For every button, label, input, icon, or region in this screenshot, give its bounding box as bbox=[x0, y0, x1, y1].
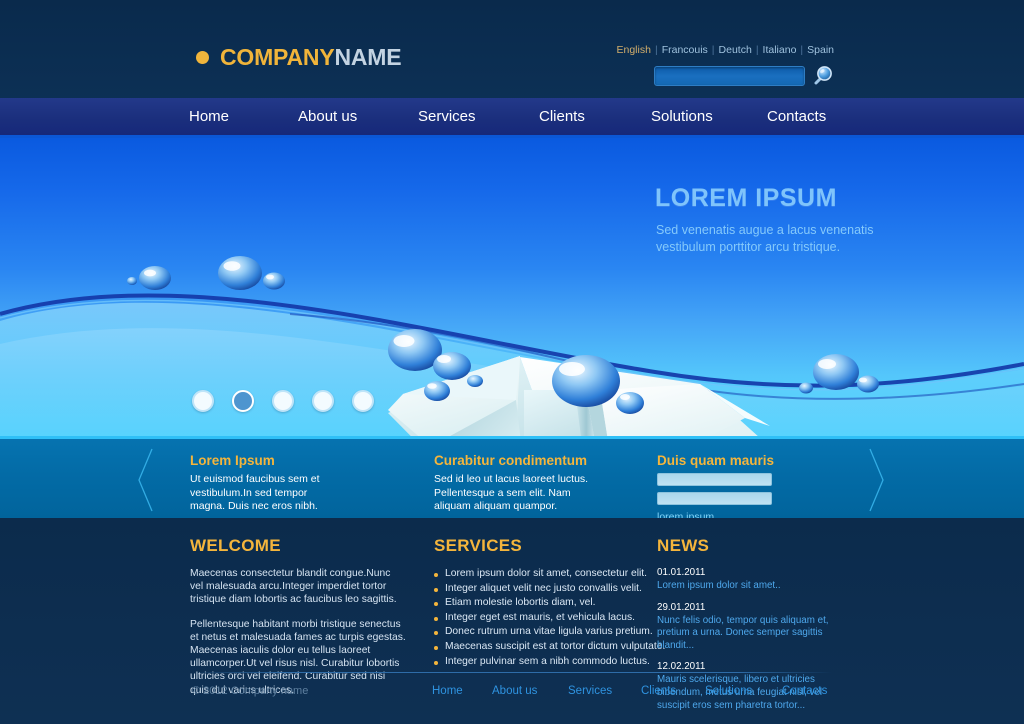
news-item: 29.01.2011 Nunc felis odio, tempor quis … bbox=[657, 602, 857, 653]
news-title: NEWS bbox=[657, 536, 710, 555]
feature-1-body: Ut euismod faucibus sem et vestibulum.In… bbox=[190, 473, 320, 512]
slider-dot-1[interactable] bbox=[192, 390, 214, 412]
footer-link-clients[interactable]: Clients bbox=[641, 685, 676, 697]
hero-title: LOREM IPSUM bbox=[655, 184, 837, 212]
logo-text: COMPANYNAME bbox=[220, 44, 402, 71]
language-selector: English | Francouis | Deutch | Italiano | Spain bbox=[617, 44, 835, 56]
copyright-text: © 2012 Company name bbox=[192, 685, 309, 697]
footer-link-about-us[interactable]: About us bbox=[492, 685, 537, 697]
hero-banner: LOREM IPSUM Sed venenatis augue a lacus … bbox=[0, 138, 1024, 436]
language-spain[interactable]: Spain bbox=[807, 44, 834, 56]
footer-link-home[interactable]: Home bbox=[432, 685, 463, 697]
feature-1-title: Lorem Ipsum bbox=[190, 453, 275, 468]
main-navigation: Home About us Services Clients Solutions… bbox=[0, 98, 1024, 138]
lang-separator: | bbox=[755, 44, 759, 56]
news-date: 01.01.2011 bbox=[657, 567, 706, 578]
logo-name-part: NAME bbox=[334, 44, 402, 70]
language-italiano[interactable]: Italiano bbox=[763, 44, 797, 56]
login-username-field[interactable] bbox=[657, 473, 772, 486]
lang-separator: | bbox=[711, 44, 715, 56]
footer-link-services[interactable]: Services bbox=[568, 685, 612, 697]
service-item[interactable]: Integer aliquet velit nec justo convalli… bbox=[434, 582, 665, 597]
nav-item-about-us[interactable]: About us bbox=[298, 108, 357, 125]
nav-item-solutions[interactable]: Solutions bbox=[651, 108, 713, 125]
site-header: COMPANYNAME English | Francouis | Deutch | Ita… bbox=[0, 0, 1024, 98]
welcome-title: WELCOME bbox=[190, 536, 281, 555]
service-item[interactable]: Integer pulvinar sem a nibh commodo luct… bbox=[434, 655, 665, 670]
logo-company-part: COMPANY bbox=[220, 44, 335, 70]
hero-subtitle: Sed venenatis augue a lacus venenatis ve… bbox=[656, 223, 874, 254]
language-deutch[interactable]: Deutch bbox=[719, 44, 752, 56]
footer-link-solutions[interactable]: Solutions bbox=[705, 685, 752, 697]
footer-divider bbox=[192, 672, 832, 673]
service-item[interactable]: Integer eget est mauris, et vehicula lac… bbox=[434, 611, 665, 626]
language-english[interactable]: English bbox=[617, 44, 651, 56]
site-logo[interactable]: COMPANYNAME bbox=[196, 44, 402, 71]
lang-separator: | bbox=[800, 44, 804, 56]
login-password-field[interactable] bbox=[657, 492, 772, 505]
welcome-paragraph-1: Maecenas consectetur blandit congue.Nunc… bbox=[190, 568, 397, 606]
nav-item-services[interactable]: Services bbox=[418, 108, 476, 125]
bullet-dot-icon bbox=[196, 51, 209, 64]
feature-3-title: Duis quam mauris bbox=[657, 453, 775, 468]
service-item[interactable]: Etiam molestie lobortis diam, vel. bbox=[434, 596, 665, 611]
nav-item-contacts[interactable]: Contacts bbox=[767, 108, 826, 125]
news-date: 29.01.2011 bbox=[657, 601, 706, 613]
search-box[interactable] bbox=[654, 66, 805, 86]
services-title: SERVICES bbox=[434, 536, 523, 555]
feature-card-3: Duis quam mauris lorem ipsum bbox=[657, 453, 774, 523]
nav-item-home[interactable]: Home bbox=[189, 108, 229, 125]
search-icon[interactable] bbox=[810, 64, 834, 88]
chevron-left-icon bbox=[138, 448, 153, 512]
nav-item-clients[interactable]: Clients bbox=[539, 108, 585, 125]
search-input[interactable] bbox=[655, 68, 804, 86]
slider-dot-5[interactable] bbox=[352, 390, 374, 412]
feature-2-title: Curabitur condimentum bbox=[434, 453, 588, 468]
news-date: 12.02.2011 bbox=[657, 661, 706, 673]
slider-dot-4[interactable] bbox=[312, 390, 334, 412]
feature-2-body: Sed id leo ut lacus laoreet luctus. Pell… bbox=[434, 473, 589, 512]
news-item: 01.01.2011 Lorem ipsum dolor sit amet.. bbox=[657, 567, 857, 593]
service-item[interactable]: Donec rutrum urna vitae ligula varius pr… bbox=[434, 625, 665, 640]
news-text[interactable]: Lorem ipsum dolor sit amet.. bbox=[657, 580, 857, 593]
language-francouis[interactable]: Francouis bbox=[662, 44, 708, 56]
services-list: Lorem ipsum dolor sit amet, consectetur … bbox=[434, 567, 665, 669]
chevron-right-icon bbox=[869, 448, 884, 512]
slider-dot-2[interactable] bbox=[232, 390, 254, 412]
site-footer: © 2012 Company name Home About us Servic… bbox=[0, 672, 1024, 724]
services-column: SERVICES Lorem ipsum dolor sit amet, con… bbox=[434, 536, 665, 669]
service-item[interactable]: Maecenas suscipit est at tortor dictum v… bbox=[434, 640, 665, 655]
lang-separator: | bbox=[654, 44, 658, 56]
slider-dots bbox=[192, 390, 374, 412]
hero-illustration bbox=[0, 256, 1024, 436]
slider-dot-3[interactable] bbox=[272, 390, 294, 412]
webpage-mockup: COMPANYNAME English | Francouis | Deutch | Ita… bbox=[0, 0, 1024, 724]
feature-strip: Lorem Ipsum Ut euismod faucibus sem et v… bbox=[0, 436, 1024, 533]
footer-link-contacts[interactable]: Contacts bbox=[782, 685, 827, 697]
service-item[interactable]: Lorem ipsum dolor sit amet, consectetur … bbox=[434, 567, 665, 582]
news-text[interactable]: Nunc felis odio, tempor quis aliquam et,… bbox=[657, 615, 857, 653]
